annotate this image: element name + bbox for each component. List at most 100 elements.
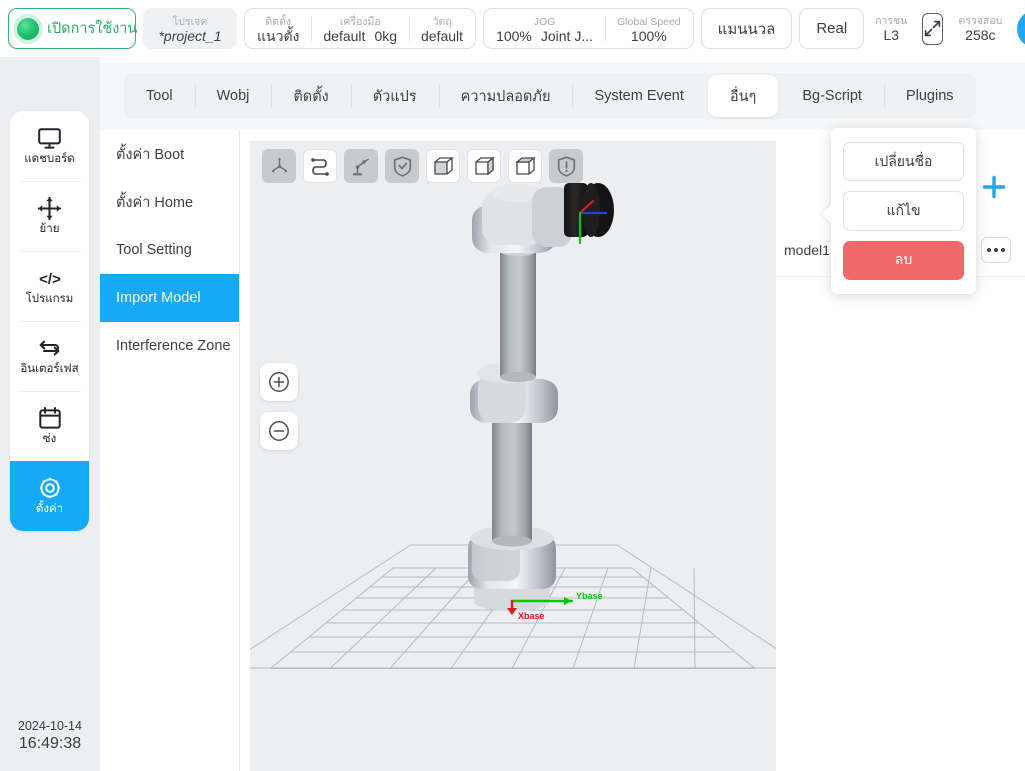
- jog-percent: 100%: [496, 27, 532, 44]
- sidebar-nav: แดชบอร์ด ย้าย </> โปรแกรม อินเตอร์เฟส ซ่…: [10, 111, 89, 531]
- collision-status: การชน L3: [871, 13, 911, 44]
- collision-caption: การชน: [875, 15, 908, 27]
- submenu-item-home[interactable]: ตั้งค่า Home: [100, 178, 239, 226]
- mode-button[interactable]: แมนนวล: [700, 8, 793, 49]
- cube-side-icon[interactable]: [467, 149, 501, 183]
- project-caption: โปรเจค: [172, 15, 208, 28]
- tool-caption: เครื่องมือ: [339, 15, 381, 28]
- shield-check-icon[interactable]: [385, 149, 419, 183]
- system-clock: 2024-10-14 16:49:38: [0, 718, 100, 753]
- robot-3d-viewport[interactable]: Ybase Xbase: [250, 141, 776, 771]
- jog-caption: JOG: [533, 15, 556, 28]
- sidebar-item-label: ตั้งค่า: [35, 503, 64, 515]
- add-model-button[interactable]: [981, 174, 1007, 200]
- viewport-zoom-controls: [260, 363, 298, 450]
- sidebar-item-interface[interactable]: อินเตอร์เฟส: [10, 321, 89, 391]
- clock-date: 2024-10-14: [18, 719, 82, 733]
- sidebar-item-label: ซ่ง: [42, 433, 57, 445]
- install-caption: ติดตั้ง: [265, 15, 291, 28]
- tab-wobj[interactable]: Wobj: [194, 73, 272, 119]
- sidebar-item-dashboard[interactable]: แดชบอร์ด: [10, 111, 89, 181]
- check-status: ตรวจสอบ 258c: [954, 13, 1006, 44]
- monitor-icon: [38, 126, 61, 150]
- tool-value: default: [323, 27, 366, 44]
- robot-scene: Ybase Xbase: [250, 183, 776, 669]
- model-context-menu: เปลี่ยนชื่อ แก้ไข ลบ: [831, 128, 976, 294]
- axis-tripod-icon[interactable]: [262, 149, 296, 183]
- clock-time: 16:49:38: [18, 735, 82, 752]
- avatar[interactable]: A: [1017, 9, 1025, 48]
- axis-label-y: Ybase: [576, 591, 603, 601]
- check-value: 258c: [965, 27, 996, 43]
- project-selector[interactable]: โปรเจค *project_1: [143, 8, 237, 49]
- tab-bar-background: Tool Wobj ติดตั้ง ตัวแปร ความปลอดภัย Sys…: [100, 63, 1025, 130]
- power-led-icon: [17, 17, 39, 40]
- robot-upper-link: [500, 246, 536, 382]
- dot: [994, 248, 998, 252]
- robot-arm-icon[interactable]: [344, 149, 378, 183]
- edit-button[interactable]: แก้ไข: [843, 191, 964, 231]
- install-cell[interactable]: ติดตั้ง แนวตั้ง: [245, 9, 311, 48]
- svg-text:</>: </>: [39, 271, 61, 287]
- tab-install[interactable]: ติดตั้ง: [271, 73, 350, 119]
- submenu-item-import-model[interactable]: Import Model: [100, 274, 239, 322]
- tool-cell[interactable]: เครื่องมือ default 0kg: [311, 9, 409, 48]
- jog-cell[interactable]: JOG 100% Joint J...: [484, 9, 605, 48]
- tab-variables[interactable]: ตัวแปร: [350, 73, 439, 119]
- expand-arrows-icon[interactable]: [922, 12, 944, 45]
- trajectory-path-icon[interactable]: [303, 149, 337, 183]
- dot: [987, 248, 991, 252]
- submenu-item-boot[interactable]: ตั้งค่า Boot: [100, 130, 239, 178]
- axis-label-x: Xbase: [518, 611, 545, 621]
- sidebar-item-label: อินเตอร์เฟส: [20, 363, 79, 375]
- robot-end-effector: [564, 183, 614, 237]
- global-speed-value: 100%: [630, 27, 667, 44]
- calendar-icon: [38, 406, 61, 430]
- tab-other[interactable]: อื่นๆ: [707, 75, 779, 117]
- global-speed-caption: Global Speed: [617, 15, 681, 28]
- sidebar-item-program[interactable]: </> โปรแกรม: [10, 251, 89, 321]
- cube-front-icon[interactable]: [426, 149, 460, 183]
- workobject-value: default: [421, 27, 464, 44]
- check-caption: ตรวจสอบ: [958, 15, 1003, 27]
- tab-plugins[interactable]: Plugins: [883, 73, 976, 119]
- tab-tool[interactable]: Tool: [124, 73, 195, 119]
- rename-button[interactable]: เปลี่ยนชื่อ: [843, 142, 964, 182]
- ellipsis-icon[interactable]: [981, 237, 1011, 263]
- sidebar-item-settings[interactable]: ตั้งค่า: [10, 461, 89, 531]
- shield-warning-icon[interactable]: [549, 149, 583, 183]
- submenu-item-tool-setting[interactable]: Tool Setting: [100, 226, 239, 274]
- global-speed-cell[interactable]: Global Speed 100%: [605, 9, 693, 48]
- robot-wrist-cluster: [472, 184, 572, 253]
- sidebar-item-move[interactable]: ย้าย: [10, 181, 89, 251]
- sidebar-item-schedule[interactable]: ซ่ง: [10, 391, 89, 461]
- collision-value: L3: [883, 27, 900, 43]
- move-arrows-icon: [38, 196, 61, 220]
- workobject-cell[interactable]: วัตถุ default: [409, 9, 475, 48]
- jog-mode: Joint J...: [540, 27, 594, 44]
- enable-button-label: เปิดการใช้งาน: [47, 21, 138, 37]
- real-sim-button[interactable]: Real: [799, 8, 865, 49]
- install-value: แนวตั้ง: [257, 27, 300, 44]
- tool-payload: 0kg: [374, 27, 398, 44]
- app-root: เปิดการใช้งาน โปรเจค *project_1 ติดตั้ง …: [0, 0, 1025, 771]
- jog-speed-group[interactable]: JOG 100% Joint J... Global Speed 100%: [483, 8, 694, 49]
- minus-circle-icon[interactable]: [260, 412, 298, 450]
- sidebar-item-label: โปรแกรม: [25, 293, 74, 305]
- tab-bg-script[interactable]: Bg-Script: [780, 73, 884, 119]
- tab-safety[interactable]: ความปลอดภัย: [438, 73, 573, 119]
- exchange-icon: [38, 336, 61, 360]
- plus-circle-icon[interactable]: [260, 363, 298, 401]
- tab-system-event[interactable]: System Event: [572, 73, 705, 119]
- delete-button[interactable]: ลบ: [843, 240, 964, 280]
- enable-button[interactable]: เปิดการใช้งาน: [8, 8, 138, 49]
- cube-top-icon[interactable]: [508, 149, 542, 183]
- settings-submenu: ตั้งค่า Boot ตั้งค่า Home Tool Setting I…: [100, 130, 240, 771]
- sidebar-item-label: ย้าย: [39, 223, 60, 235]
- tab-bar: Tool Wobj ติดตั้ง ตัวแปร ความปลอดภัย Sys…: [124, 73, 976, 119]
- workobject-caption: วัตถุ: [432, 15, 452, 28]
- viewport-toolbar: [262, 149, 583, 183]
- submenu-item-interference-zone[interactable]: Interference Zone: [100, 322, 239, 370]
- install-tool-object-group[interactable]: ติดตั้ง แนวตั้ง เครื่องมือ default 0kg ว…: [244, 8, 477, 49]
- project-value: *project_1: [158, 27, 222, 44]
